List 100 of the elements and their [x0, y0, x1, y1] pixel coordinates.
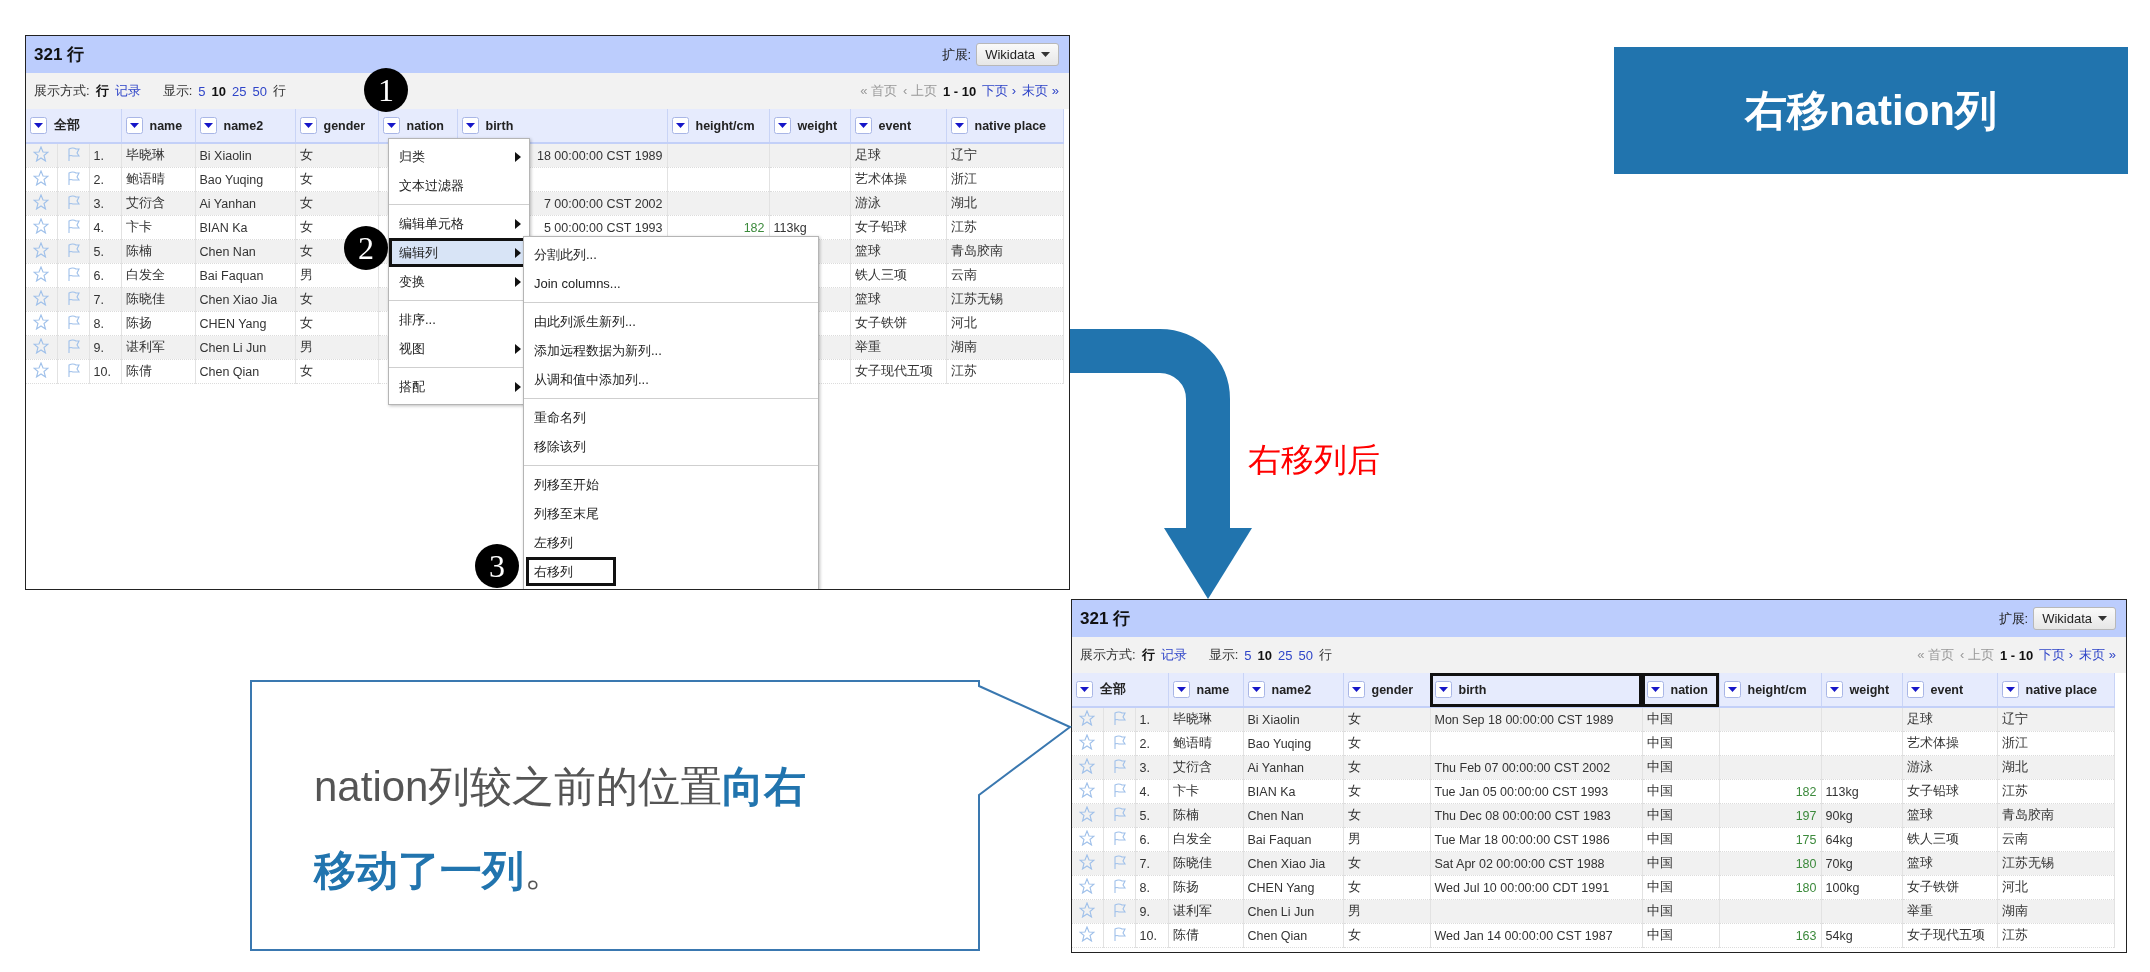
- dropdown-icon[interactable]: [1347, 681, 1365, 698]
- star-icon[interactable]: [1079, 926, 1096, 942]
- flag-icon[interactable]: [1111, 878, 1127, 894]
- star-icon[interactable]: [1079, 710, 1096, 726]
- flag-icon[interactable]: [1111, 782, 1127, 798]
- star-icon[interactable]: [33, 242, 50, 258]
- star-icon[interactable]: [1079, 878, 1096, 894]
- dropdown-icon[interactable]: [199, 117, 217, 134]
- star-icon[interactable]: [33, 362, 50, 378]
- column-header[interactable]: 全部: [26, 109, 121, 143]
- column-header[interactable]: birth: [457, 109, 667, 143]
- star-icon[interactable]: [1079, 782, 1096, 798]
- view-mode-link[interactable]: 记录: [114, 82, 141, 100]
- column-header[interactable]: birth: [1430, 673, 1642, 707]
- dropdown-icon[interactable]: [1646, 681, 1664, 698]
- flag-icon[interactable]: [1111, 854, 1127, 870]
- star-icon[interactable]: [33, 290, 50, 306]
- dropdown-icon[interactable]: [2001, 681, 2019, 698]
- dropdown-icon[interactable]: [773, 117, 791, 134]
- flag-icon[interactable]: [65, 266, 81, 282]
- dropdown-icon[interactable]: [299, 117, 317, 134]
- star-icon[interactable]: [33, 146, 50, 162]
- flag-icon[interactable]: [65, 338, 81, 354]
- dropdown-icon[interactable]: [125, 117, 143, 134]
- column-header[interactable]: gender: [295, 109, 378, 143]
- page-size-link[interactable]: 25: [231, 83, 247, 99]
- column-header[interactable]: event: [1902, 673, 1997, 707]
- extension-button[interactable]: Wikidata: [976, 43, 1059, 66]
- dropdown-icon[interactable]: [382, 117, 400, 134]
- pager-link[interactable]: 下页 ›: [982, 82, 1017, 100]
- star-icon[interactable]: [1079, 830, 1096, 846]
- view-mode-link[interactable]: 记录: [1160, 646, 1187, 664]
- column-header[interactable]: 全部: [1072, 673, 1168, 707]
- menu-item[interactable]: 列移至末尾: [524, 499, 818, 528]
- flag-icon[interactable]: [65, 218, 81, 234]
- flag-icon[interactable]: [1111, 710, 1127, 726]
- column-header[interactable]: native place: [1997, 673, 2114, 707]
- dropdown-icon[interactable]: [30, 117, 47, 134]
- flag-icon[interactable]: [1111, 830, 1127, 846]
- column-header[interactable]: name2: [195, 109, 295, 143]
- page-size-link[interactable]: 50: [1298, 647, 1313, 663]
- dropdown-icon[interactable]: [1723, 681, 1741, 698]
- dropdown-icon[interactable]: [461, 117, 479, 134]
- star-icon[interactable]: [33, 170, 50, 186]
- pager-link[interactable]: 下页 ›: [2039, 646, 2074, 664]
- dropdown-icon[interactable]: [1825, 681, 1843, 698]
- flag-icon[interactable]: [1111, 902, 1127, 918]
- dropdown-icon[interactable]: [1434, 681, 1452, 698]
- view-mode-link[interactable]: 行: [95, 82, 109, 100]
- flag-icon[interactable]: [1111, 926, 1127, 942]
- star-icon[interactable]: [1079, 734, 1096, 750]
- star-icon[interactable]: [1079, 758, 1096, 774]
- flag-icon[interactable]: [65, 314, 81, 330]
- column-header[interactable]: height/cm: [1719, 673, 1821, 707]
- dropdown-icon[interactable]: [1247, 681, 1265, 698]
- flag-icon[interactable]: [65, 290, 81, 306]
- flag-icon[interactable]: [1111, 806, 1127, 822]
- page-size-link[interactable]: 25: [1277, 647, 1293, 663]
- column-header[interactable]: height/cm: [667, 109, 769, 143]
- dropdown-icon[interactable]: [950, 117, 968, 134]
- menu-item[interactable]: 右移列: [526, 557, 616, 586]
- flag-icon[interactable]: [65, 242, 81, 258]
- dropdown-icon[interactable]: [1172, 681, 1190, 698]
- star-icon[interactable]: [33, 194, 50, 210]
- dropdown-icon[interactable]: [671, 117, 689, 134]
- dropdown-icon[interactable]: [1906, 681, 1924, 698]
- column-header[interactable]: nation: [1642, 673, 1719, 707]
- flag-icon[interactable]: [65, 170, 81, 186]
- star-icon[interactable]: [33, 218, 50, 234]
- star-icon[interactable]: [1079, 854, 1096, 870]
- column-header[interactable]: gender: [1343, 673, 1430, 707]
- column-header[interactable]: name2: [1243, 673, 1343, 707]
- dropdown-icon[interactable]: [854, 117, 872, 134]
- menu-item[interactable]: 移除该列: [524, 432, 818, 461]
- menu-item[interactable]: 列移至开始: [524, 470, 818, 499]
- pager-link[interactable]: 末页 »: [1022, 82, 1059, 100]
- flag-icon[interactable]: [65, 362, 81, 378]
- column-header[interactable]: name: [121, 109, 195, 143]
- star-icon[interactable]: [1079, 806, 1096, 822]
- flag-icon[interactable]: [1111, 734, 1127, 750]
- star-icon[interactable]: [1079, 902, 1096, 918]
- menu-item[interactable]: 重命名列: [524, 403, 818, 432]
- pager-link[interactable]: 末页 »: [2079, 646, 2116, 664]
- page-size-link[interactable]: 5: [1244, 647, 1252, 663]
- column-header[interactable]: native place: [946, 109, 1063, 143]
- menu-item[interactable]: 左移列: [524, 528, 818, 557]
- star-icon[interactable]: [33, 266, 50, 282]
- column-header[interactable]: weight: [1821, 673, 1902, 707]
- column-header[interactable]: event: [850, 109, 946, 143]
- flag-icon[interactable]: [1111, 758, 1127, 774]
- star-icon[interactable]: [33, 314, 50, 330]
- page-size-link[interactable]: 50: [252, 83, 267, 99]
- view-mode-link[interactable]: 行: [1141, 646, 1155, 664]
- menu-item[interactable]: 由此列派生新列...: [524, 307, 818, 336]
- column-header[interactable]: weight: [769, 109, 850, 143]
- flag-icon[interactable]: [65, 194, 81, 210]
- star-icon[interactable]: [33, 338, 50, 354]
- page-size-link[interactable]: 10: [1257, 647, 1272, 663]
- dropdown-icon[interactable]: [1076, 681, 1093, 698]
- flag-icon[interactable]: [65, 146, 81, 162]
